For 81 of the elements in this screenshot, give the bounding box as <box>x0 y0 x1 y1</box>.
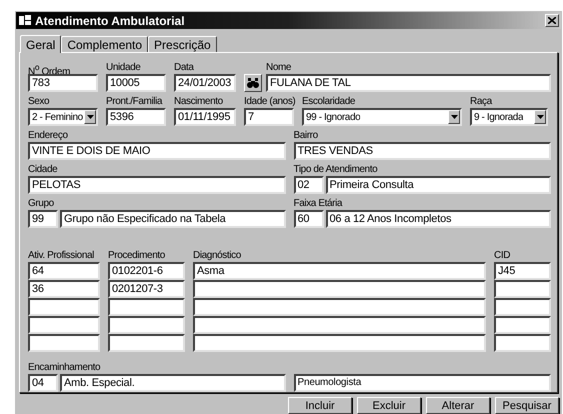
window-title: Atendimento Ambulatorial <box>35 14 186 28</box>
text-field[interactable]: 10005 <box>106 74 166 92</box>
text-field[interactable]: Amb. Especial. <box>60 374 286 392</box>
field-label: Sexo <box>28 95 50 108</box>
close-button[interactable] <box>545 14 559 27</box>
table-cell[interactable] <box>28 316 100 334</box>
table-cell[interactable] <box>28 334 100 352</box>
code-field[interactable]: 99 <box>28 210 58 228</box>
field-label: Faixa Etária <box>294 197 342 210</box>
table-cell[interactable]: 36 <box>28 280 100 298</box>
text-field[interactable]: 06 a 12 Anos Incompletos <box>326 210 551 228</box>
tab[interactable]: Prescrição <box>148 36 217 52</box>
dropdown-field[interactable]: 9 - Ignorada <box>470 108 548 126</box>
dropdown-field[interactable]: 99 - Ignorado <box>302 108 462 126</box>
field-label: Cidade <box>28 163 58 176</box>
column-header: Ativ. Profissional <box>28 249 94 262</box>
text-field[interactable]: 24/01/2003 <box>174 74 236 92</box>
dropdown-button[interactable] <box>448 110 460 124</box>
table-cell[interactable] <box>108 298 185 316</box>
table-cell[interactable] <box>108 316 185 334</box>
action-button[interactable]: Pesquisar <box>495 397 559 414</box>
field-label: Endereço <box>28 129 68 142</box>
text-field[interactable]: Primeira Consulta <box>326 176 551 194</box>
text-field[interactable]: TRES VENDAS <box>294 142 551 160</box>
window-icon <box>19 15 31 26</box>
column-header: Procedimento <box>108 249 165 262</box>
text-field[interactable]: PELOTAS <box>28 176 286 194</box>
action-button[interactable]: Incluir <box>288 397 352 414</box>
dropdown-button[interactable] <box>534 110 546 124</box>
field-label: Encaminhamento <box>28 361 100 374</box>
table-cell[interactable]: J45 <box>494 262 551 280</box>
table-cell[interactable] <box>193 298 486 316</box>
table-cell[interactable] <box>28 298 100 316</box>
caret-icon <box>86 115 94 119</box>
code-field[interactable]: 60 <box>294 210 324 228</box>
field-label: Nascimento <box>174 95 223 108</box>
field-label: Raça <box>470 95 492 108</box>
field-label: Pront./Familia <box>106 95 162 108</box>
caret-icon <box>536 115 544 119</box>
text-field[interactable]: 01/11/1995 <box>174 108 236 126</box>
table-cell[interactable] <box>193 280 486 298</box>
table-cell[interactable] <box>108 334 185 352</box>
close-icon <box>548 17 556 24</box>
code-field[interactable]: 02 <box>294 176 324 194</box>
table-cell[interactable] <box>494 298 551 316</box>
table-cell[interactable] <box>494 316 551 334</box>
tab[interactable]: Complemento <box>61 36 148 52</box>
field-label: Nome <box>266 61 292 74</box>
field-label: Grupo <box>28 197 54 210</box>
table-cell[interactable] <box>494 280 551 298</box>
table-cell[interactable]: Asma <box>193 262 486 280</box>
table-cell[interactable] <box>193 316 486 334</box>
text-field[interactable]: FULANA DE TAL <box>266 74 551 92</box>
code-field[interactable]: 04 <box>28 374 58 392</box>
table-cell[interactable]: 0102201-6 <box>108 262 185 280</box>
table-cell[interactable]: 0201207-3 <box>108 280 185 298</box>
text-field[interactable]: 783 <box>28 74 98 92</box>
field-label: Unidade <box>106 61 140 74</box>
binoculars-icon <box>247 78 259 88</box>
caret-icon <box>450 115 458 119</box>
text-field[interactable]: 7 <box>244 108 294 126</box>
field-label: Idade (anos) <box>244 95 294 108</box>
table-cell[interactable] <box>193 334 486 352</box>
text-field[interactable]: 5396 <box>106 108 166 126</box>
dropdown-button[interactable] <box>84 110 96 124</box>
column-header: Diagnóstico <box>193 249 241 262</box>
text-field[interactable]: Pneumologista <box>294 374 551 392</box>
tab[interactable]: Geral <box>20 35 62 53</box>
table-cell[interactable] <box>494 334 551 352</box>
text-field[interactable]: Grupo não Especificado na Tabela <box>60 210 286 228</box>
column-header: CID <box>494 249 510 262</box>
text-field[interactable]: VINTE E DOIS DE MAIO <box>28 142 286 160</box>
field-label: Bairro <box>294 129 318 142</box>
field-label: Tipo de Atendimento <box>294 163 378 176</box>
search-button[interactable] <box>244 74 262 92</box>
field-label: Data <box>174 61 194 74</box>
field-label: Escolaridade <box>302 95 356 108</box>
table-cell[interactable]: 64 <box>28 262 100 280</box>
action-button[interactable]: Alterar <box>426 397 490 414</box>
dropdown-field[interactable]: 2 - Feminino <box>28 108 98 126</box>
action-button[interactable]: Excluir <box>357 397 421 414</box>
